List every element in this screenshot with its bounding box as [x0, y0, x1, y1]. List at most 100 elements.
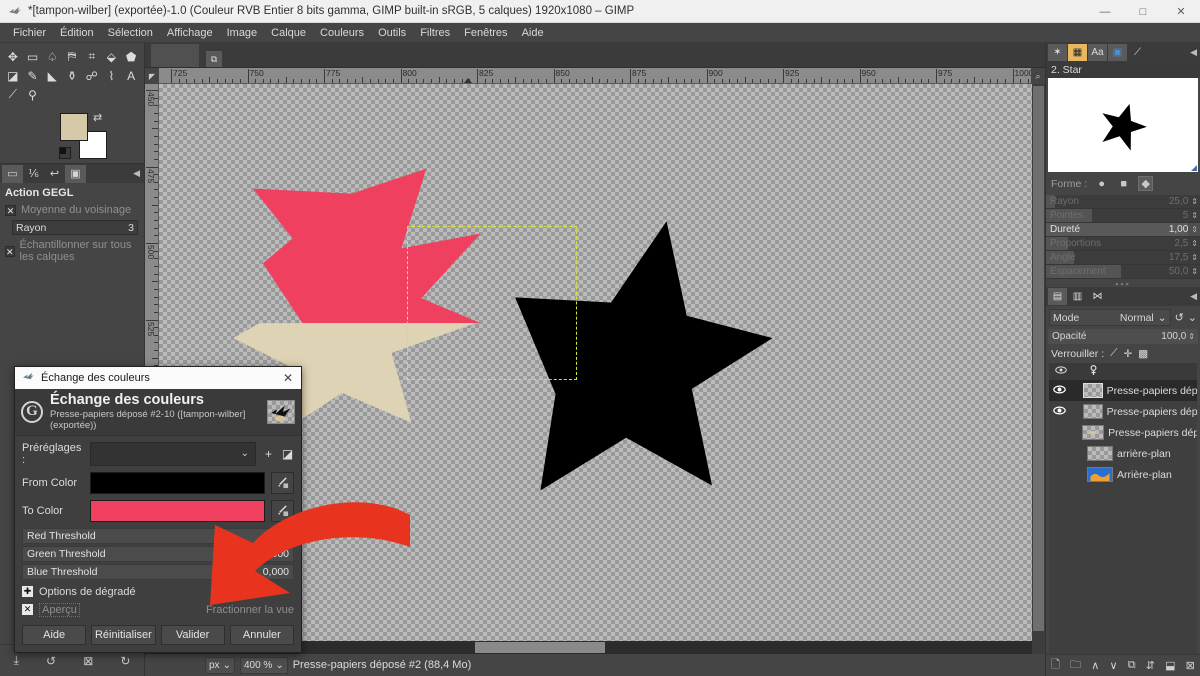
dock-menu-arrow-icon[interactable]: ◀ — [133, 168, 140, 179]
smudge-tool[interactable]: ☍ — [82, 66, 102, 85]
zoom-selector[interactable]: 400 % ⌄ — [239, 656, 288, 674]
image-thumbnail-tab[interactable] — [151, 44, 199, 67]
layer-mode-select[interactable]: Mode Normal ⌄ — [1049, 309, 1171, 326]
layer-row-0[interactable]: Presse-papiers déposé #2 — [1049, 380, 1197, 401]
to-color-picker-button[interactable] — [271, 499, 294, 522]
color-picker-tool[interactable]: ⟋ — [3, 85, 23, 104]
unit-selector[interactable]: px ⌄ — [205, 656, 235, 674]
expander-plus-icon[interactable]: ✚ — [22, 586, 33, 598]
menu-fenetres[interactable]: Fenêtres — [457, 25, 514, 41]
images-tab[interactable]: ▣ — [65, 164, 86, 183]
spinner-icon[interactable]: ⇕ — [1188, 332, 1195, 341]
brush-resize-handle[interactable] — [1191, 165, 1197, 171]
brush-param-rayon[interactable]: Rayon 25,0 ⇕ — [1046, 195, 1200, 209]
option-moyenne-voisinage[interactable]: ✕ Moyenne du voisinage — [0, 202, 144, 218]
foreground-color-swatch[interactable] — [60, 113, 88, 141]
reset-mode-icon[interactable]: ↺ — [1175, 311, 1184, 324]
rectangle-select-tool[interactable]: ▭ — [23, 47, 43, 66]
brush-preview[interactable] — [1048, 78, 1198, 172]
menu-fichier[interactable]: Fichier — [6, 25, 53, 41]
documents-tab[interactable]: ▣ — [1108, 44, 1127, 61]
clone-tool[interactable]: ⚱ — [62, 66, 82, 85]
ruler-origin-button[interactable]: ◤ — [145, 68, 159, 84]
paths-tab[interactable]: ⋈ — [1088, 288, 1107, 305]
layer-opacity-slider[interactable]: Opacité 100,0 ⇕ — [1048, 329, 1198, 344]
to-color-swatch[interactable] — [90, 499, 265, 522]
raise-layer-button[interactable]: ∧ — [1091, 659, 1099, 672]
save-tool-preset-button[interactable]: ⤓ — [14, 653, 19, 668]
duplicate-layer-button[interactable]: ⧉ — [1128, 659, 1136, 672]
channels-tab[interactable]: ▥ — [1068, 288, 1087, 305]
checkbox[interactable]: ✕ — [5, 204, 16, 216]
free-select-tool[interactable]: ♤ — [42, 47, 62, 66]
add-preset-button[interactable]: + — [262, 447, 275, 461]
spinner-icon[interactable]: ⇕ — [1191, 197, 1198, 206]
lock-alpha-icon[interactable]: ▩ — [1138, 348, 1148, 360]
from-color-picker-button[interactable] — [271, 471, 294, 494]
preview-checkbox[interactable]: ✕ — [22, 604, 33, 616]
maximize-button[interactable]: □ — [1124, 0, 1162, 23]
vertical-scrollbar[interactable] — [1032, 84, 1045, 641]
spinner-icon[interactable]: ⇕ — [1191, 225, 1198, 234]
brush-param-durete[interactable]: Dureté 1,00 ⇕ — [1046, 223, 1200, 237]
move-tool[interactable]: ✥ — [3, 47, 23, 66]
brush-param-proportions[interactable]: Proportions 2,5 ⇕ — [1046, 237, 1200, 251]
green-threshold-slider[interactable]: Green Threshold 0,000 — [22, 545, 294, 562]
layer-visibility-icon[interactable] — [1053, 384, 1066, 397]
spinner-icon[interactable]: ⇕ — [1191, 239, 1198, 248]
image-tab-menu-button[interactable]: ⧉ — [206, 51, 222, 67]
eraser-tool[interactable]: ◣ — [42, 66, 62, 85]
horizontal-scrollbar-thumb[interactable] — [475, 642, 605, 653]
delete-layer-button[interactable]: ⊠ — [1186, 659, 1195, 672]
shape-square[interactable]: ■ — [1116, 176, 1131, 191]
brush-param-pointes[interactable]: Pointes 5 ⇕ — [1046, 209, 1200, 223]
tool-options-tab[interactable]: ▭ — [2, 164, 23, 183]
bucket-fill-tool[interactable]: ⬟ — [121, 47, 141, 66]
minimize-button[interactable]: — — [1086, 0, 1124, 23]
reset-button[interactable]: Réinitialiser — [91, 624, 156, 645]
menu-couleurs[interactable]: Couleurs — [313, 25, 371, 41]
lock-position-icon[interactable]: ✛ — [1123, 348, 1132, 360]
presets-combo[interactable]: ⌄ — [90, 441, 256, 466]
pencil-tool[interactable]: ✎ — [23, 66, 43, 85]
preset-menu-button[interactable]: ◪ — [281, 447, 294, 461]
gradient-tool[interactable]: ◪ — [3, 66, 23, 85]
blue-threshold-slider[interactable]: Blue Threshold 0,000 — [22, 563, 294, 580]
dialog-close-button[interactable]: ✕ — [283, 371, 293, 385]
color-exchange-dialog[interactable]: Échange des couleurs ✕ G Échange des cou… — [14, 366, 302, 653]
zoom-image-button[interactable]: ⌕ — [1031, 68, 1045, 84]
layer-list[interactable]: Presse-papiers déposé #2 Presse-papiers … — [1049, 380, 1197, 654]
spinner-icon[interactable]: ⇕ — [1191, 253, 1198, 262]
spinner-icon[interactable]: ⇕ — [1191, 211, 1198, 220]
dock-menu-arrow-icon[interactable]: ◀ — [1190, 47, 1197, 58]
gradient-options-expander[interactable]: ✚ Options de dégradé — [22, 586, 294, 598]
crop-tool[interactable]: ⌗ — [82, 47, 102, 66]
brushes-tab[interactable]: ✶ — [1048, 44, 1067, 61]
reset-colors-icon[interactable] — [59, 147, 71, 159]
reset-tool-options-button[interactable]: ↻ — [120, 654, 130, 668]
menu-selection[interactable]: Sélection — [101, 25, 160, 41]
anchor-layer-button[interactable]: ⇵ — [1146, 659, 1155, 672]
lower-layer-button[interactable]: ∨ — [1109, 659, 1117, 672]
menu-outils[interactable]: Outils — [371, 25, 413, 41]
zoom-tool[interactable]: ⚲ — [23, 85, 43, 104]
menu-calque[interactable]: Calque — [264, 25, 313, 41]
device-status-tab[interactable]: ⅙ — [23, 165, 44, 183]
undo-history-tab[interactable]: ↩ — [44, 165, 65, 183]
chevron-down-icon[interactable]: ⌄ — [1188, 311, 1197, 324]
layer-row-1[interactable]: Presse-papiers déposé #1 — [1049, 401, 1197, 422]
help-button[interactable]: Aide — [22, 624, 87, 645]
rayon-slider[interactable]: Rayon 3 — [12, 220, 138, 235]
shape-circle[interactable]: ● — [1094, 176, 1109, 191]
merge-down-button[interactable]: ⬓ — [1165, 659, 1175, 672]
horizontal-ruler[interactable]: 725 750 775 800 825 850 875 900 925 950 975 1000 — [159, 68, 1031, 84]
path-tool[interactable]: ⌇ — [102, 66, 122, 85]
fuzzy-select-tool[interactable]: ⛿ — [62, 47, 82, 66]
marching-ants-selection[interactable] — [407, 226, 577, 380]
new-layer-button[interactable]: 🗋 — [1051, 656, 1060, 675]
layer-row-4[interactable]: Arrière-plan — [1049, 464, 1197, 485]
menu-image[interactable]: Image — [220, 25, 265, 41]
from-color-swatch[interactable] — [90, 471, 265, 494]
close-button[interactable]: ✕ — [1162, 0, 1200, 23]
shape-diamond[interactable]: ◆ — [1138, 176, 1154, 191]
